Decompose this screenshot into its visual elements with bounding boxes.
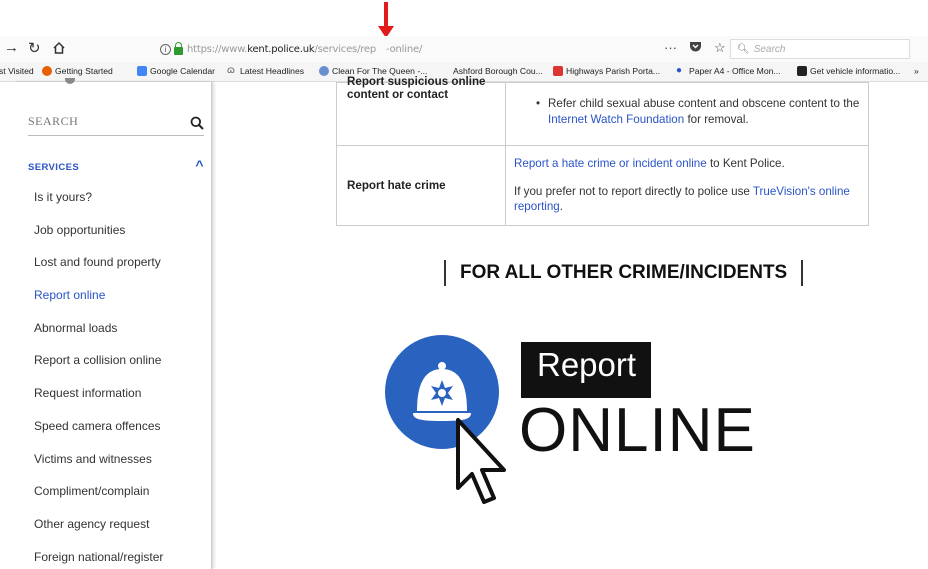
sidebar-item-job-opportunities[interactable]: Job opportunities <box>34 223 163 256</box>
sidebar-search <box>28 110 204 136</box>
sidebar-item-other-agency[interactable]: Other agency request <box>34 517 163 550</box>
iwf-link[interactable]: Internet Watch Foundation <box>548 113 684 126</box>
info-icon[interactable]: i <box>160 43 171 55</box>
pin-icon: ● <box>676 65 683 76</box>
sidebar-item-report-collision[interactable]: Report a collision online <box>34 353 163 386</box>
browser-toolbar: → ↻ i https://www.kent.police.uk/service… <box>0 36 928 62</box>
sidebar-item-request-information[interactable]: Request information <box>34 386 163 419</box>
sidebar-item-abnormal-loads[interactable]: Abnormal loads <box>34 321 163 354</box>
report-hate-crime-link[interactable]: Report a hate crime or incident online <box>514 157 707 170</box>
bookmark-latest-headlines[interactable]: ɷ Latest Headlines <box>227 65 304 77</box>
other-crime-heading: FOR ALL OTHER CRIME/INCIDENTS <box>430 260 817 286</box>
sidebar-item-is-it-yours[interactable]: Is it yours? <box>34 190 163 223</box>
url-text: https://www.kent.police.uk/services/rep -… <box>187 43 423 55</box>
search-icon[interactable] <box>190 116 204 130</box>
forward-arrow-icon[interactable]: → <box>4 39 19 56</box>
search-icon: 🔍︎ <box>737 43 750 55</box>
site-icon <box>319 66 329 76</box>
page-actions: ··· ☆ <box>664 40 726 56</box>
sidebar-item-speed-camera[interactable]: Speed camera offences <box>34 419 163 452</box>
row-label: Report hate crime <box>336 145 506 226</box>
services-header[interactable]: SERVICES ^ <box>28 157 204 173</box>
chevron-up-icon[interactable]: ^ <box>195 157 204 173</box>
sidebar-item-lost-and-found[interactable]: Lost and found property <box>34 255 163 288</box>
rss-icon: ɷ <box>227 65 235 76</box>
bookmark-highways-parish[interactable]: Highways Parish Porta... <box>553 66 660 76</box>
reload-icon[interactable]: ↻ <box>28 39 41 57</box>
site-icon <box>553 66 563 76</box>
services-list: Is it yours? Job opportunities Lost and … <box>34 190 163 569</box>
sidebar-item-compliment-complain[interactable]: Compliment/complain <box>34 484 163 517</box>
sidebar-item-foreign-national[interactable]: Foreign national/register <box>34 550 163 569</box>
mouse-cursor-icon <box>456 418 506 504</box>
lock-icon <box>174 41 183 55</box>
sidebar-item-report-online[interactable]: Report online <box>34 288 163 321</box>
red-annotation-arrow <box>378 2 394 38</box>
sidebar-search-input[interactable] <box>28 110 178 132</box>
calendar-icon <box>137 66 147 76</box>
divider <box>801 260 804 286</box>
bookmark-getting-started[interactable]: Getting Started <box>42 66 113 76</box>
more-actions-icon[interactable]: ··· <box>664 40 677 56</box>
reporting-options-table: Report suspicious online content or cont… <box>336 75 869 226</box>
bookmark-google-calendar[interactable]: Google Calendar <box>137 66 215 76</box>
bookmarks-overflow-icon[interactable]: » <box>914 66 919 76</box>
firefox-icon <box>42 66 52 76</box>
bookmark-get-vehicle-info[interactable]: Get vehicle informatio... <box>797 66 900 76</box>
pocket-icon[interactable] <box>689 40 702 53</box>
site-icon <box>797 66 807 76</box>
row-label: Report suspicious online content or cont… <box>336 75 506 146</box>
bookmark-star-icon[interactable]: ☆ <box>714 40 726 56</box>
list-item: • Refer child sexual abuse content and o… <box>536 97 860 126</box>
crest-icon <box>62 78 78 86</box>
browser-search-input[interactable]: 🔍︎ Search <box>730 39 910 59</box>
address-bar[interactable]: i https://www.kent.police.uk/services/re… <box>160 39 720 59</box>
row-description: • Refer child sexual abuse content and o… <box>505 82 869 146</box>
services-sidebar: SERVICES ^ Is it yours? Job opportunitie… <box>14 78 212 569</box>
table-row: Report hate crime Report a hate crime or… <box>336 145 869 226</box>
divider <box>444 260 446 286</box>
bookmark-paper-a4[interactable]: ● Paper A4 - Office Mon... <box>676 65 781 77</box>
table-row: Report suspicious online content or cont… <box>336 75 869 146</box>
bookmark-most-visited[interactable]: st Visited <box>0 66 34 76</box>
logo-online-label: ONLINE <box>519 396 756 465</box>
logo-report-label: Report <box>521 342 651 398</box>
row-description: Report a hate crime or incident online t… <box>505 145 869 226</box>
home-icon[interactable] <box>52 41 66 55</box>
sidebar-item-victims-witnesses[interactable]: Victims and witnesses <box>34 452 163 485</box>
